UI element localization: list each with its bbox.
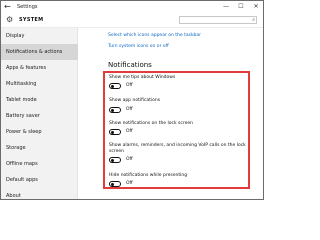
maximize-button[interactable]: ☐ [234, 2, 248, 12]
back-arrow-icon[interactable]: ← [4, 2, 11, 12]
taskbar-icons-link[interactable]: Select which icons appear on the taskbar [108, 32, 201, 39]
search-box[interactable]: ⌕ [179, 16, 257, 24]
sidebar-item-power-sleep[interactable]: Power & sleep [1, 124, 78, 140]
sidebar-item-display[interactable]: Display [1, 28, 78, 44]
sidebar-item-about[interactable]: About [1, 188, 78, 199]
settings-header: ⚙ SYSTEM ⌕ [1, 13, 263, 28]
sidebar: Display Notifications & actions Apps & f… [1, 28, 78, 199]
sidebar-item-battery-saver[interactable]: Battery saver [1, 108, 78, 124]
search-input[interactable] [182, 17, 246, 23]
sidebar-item-offline-maps[interactable]: Offline maps [1, 156, 78, 172]
minimize-button[interactable]: — [219, 2, 233, 12]
sidebar-item-apps-features[interactable]: Apps & features [1, 60, 78, 76]
sidebar-item-notifications-actions[interactable]: Notifications & actions [1, 44, 78, 60]
page-title: SYSTEM [19, 17, 44, 23]
sidebar-item-tablet-mode[interactable]: Tablet mode [1, 92, 78, 108]
highlight-box [103, 71, 250, 189]
gear-icon: ⚙ [6, 15, 14, 24]
system-icons-link[interactable]: Turn system icons on or off [108, 43, 169, 50]
sidebar-item-default-apps[interactable]: Default apps [1, 172, 78, 188]
close-button[interactable]: ✕ [249, 2, 263, 12]
search-icon: ⌕ [252, 17, 255, 23]
window-title: Settings [17, 4, 38, 10]
settings-window: ← Settings — ☐ ✕ ⚙ SYSTEM ⌕ Display Noti… [0, 0, 264, 200]
sidebar-item-storage[interactable]: Storage [1, 140, 78, 156]
title-bar: ← Settings — ☐ ✕ [1, 1, 263, 13]
section-heading: Notifications [108, 61, 152, 69]
sidebar-item-multitasking[interactable]: Multitasking [1, 76, 78, 92]
